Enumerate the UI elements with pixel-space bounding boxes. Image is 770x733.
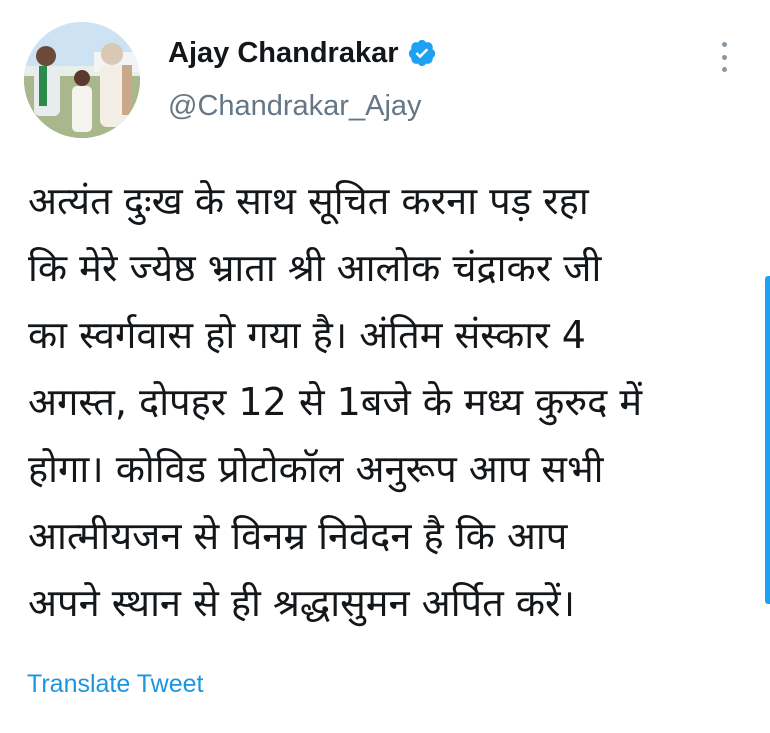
author-name-row[interactable]: Ajay Chandrakar — [168, 38, 437, 68]
more-dot — [721, 67, 727, 72]
translate-tweet-link[interactable]: Translate Tweet — [27, 670, 203, 699]
tweet-text-line: का स्वर्गवास हो गया है। अंतिम संस्कार 4 — [28, 313, 586, 357]
scrollbar[interactable] — [765, 276, 770, 604]
tweet-text-line: होगा। कोविड प्रोटोकॉल अनुरूप आप सभी — [28, 447, 604, 491]
profile-photo — [24, 22, 140, 138]
more-dot — [721, 42, 727, 47]
verified-badge-icon — [408, 39, 435, 67]
tweet-text-line: अत्यंत दुःख के साथ सूचित करना पड़ रहा — [28, 179, 589, 223]
author-display-name[interactable]: Ajay Chandrakar — [168, 38, 399, 68]
tweet-text: अत्यंत दुःख के साथ सूचित करना पड़ रहा कि… — [28, 168, 728, 637]
author-handle[interactable]: @Chandrakar_Ajay — [168, 92, 422, 121]
avatar[interactable] — [24, 22, 140, 138]
tweet-text-line: कि मेरे ज्येष्ठ भ्राता श्री आलोक चंद्राक… — [28, 246, 602, 290]
tweet-text-line: आत्मीयजन से विनम्र निवेदन है कि आप — [28, 514, 568, 558]
more-vertical-icon[interactable] — [714, 42, 734, 72]
more-dot — [721, 54, 727, 60]
tweet-text-line: अपने स्थान से ही श्रद्धासुमन अर्पित करें… — [28, 581, 575, 625]
tweet-text-line: अगस्त, दोपहर 12 से 1बजे के मध्य कुरुद मे… — [28, 380, 643, 424]
